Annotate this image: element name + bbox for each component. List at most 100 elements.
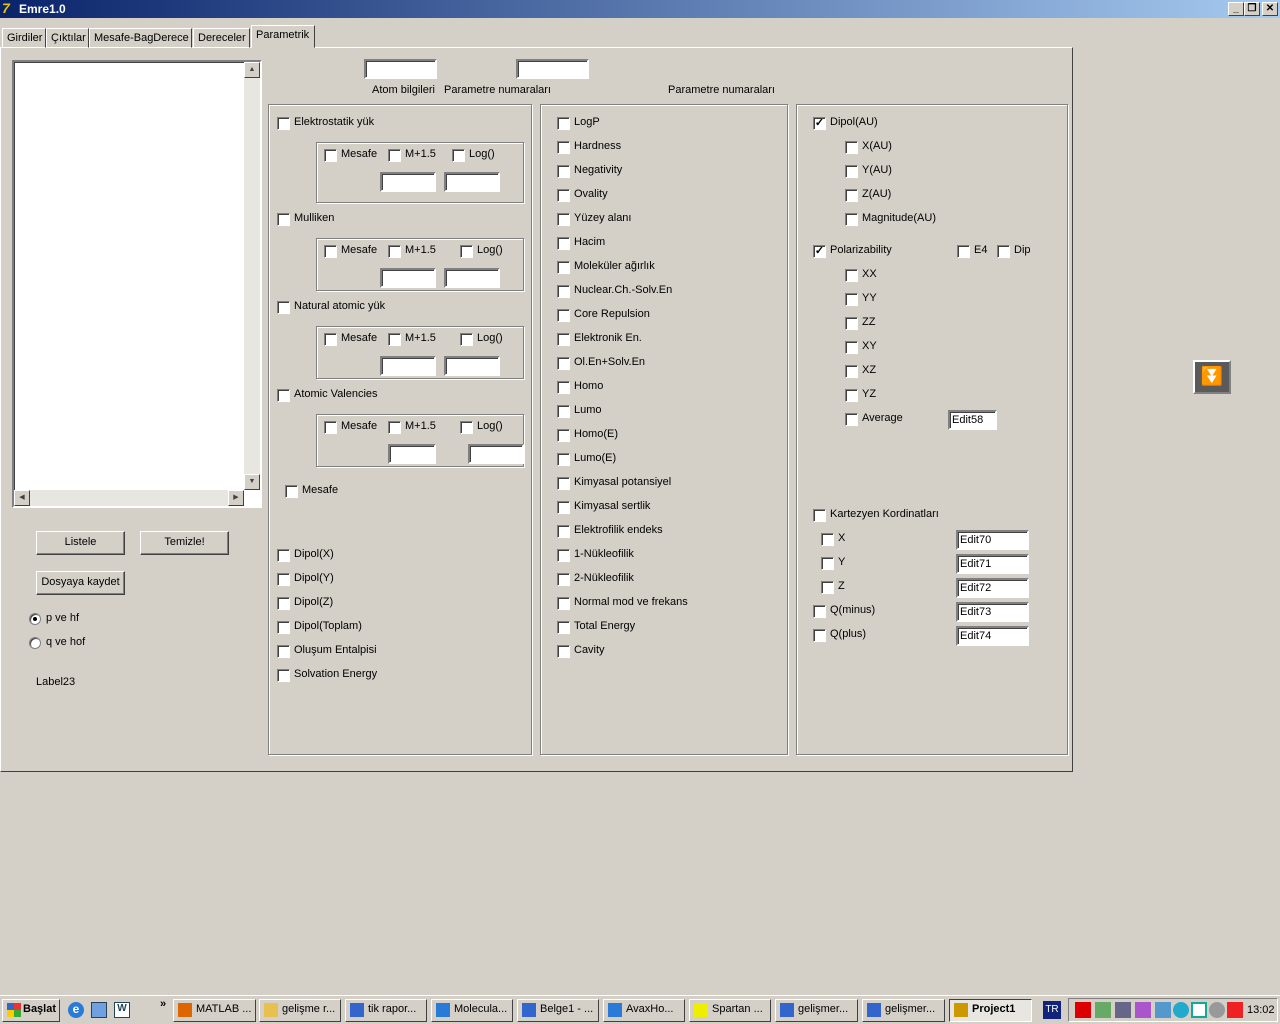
z-input[interactable]: Edit72 [956, 578, 1029, 598]
kimyasal-sertlik-checkbox[interactable] [557, 501, 570, 514]
dipol-y-checkbox[interactable] [277, 573, 290, 586]
dipol-x-checkbox[interactable] [277, 549, 290, 562]
m-plus-1-5-checkbox[interactable] [388, 149, 401, 162]
app-tray-icon[interactable] [1191, 1002, 1207, 1018]
log-checkbox[interactable] [452, 149, 465, 162]
horizontal-scrollbar[interactable] [14, 490, 244, 506]
kimyasal-potansiyel-checkbox[interactable] [557, 477, 570, 490]
negativity-checkbox[interactable] [557, 165, 570, 178]
value-input[interactable] [380, 268, 436, 288]
homo-checkbox[interactable] [557, 381, 570, 394]
elektrostatik-y-k-checkbox[interactable] [277, 117, 290, 130]
yz-checkbox[interactable] [845, 389, 858, 402]
mesafe-checkbox[interactable] [324, 421, 337, 434]
x-checkbox[interactable] [821, 533, 834, 546]
log-checkbox[interactable] [460, 333, 473, 346]
speaker-tray-icon[interactable] [1209, 1002, 1225, 1018]
tab-dereceler[interactable]: Dereceler [193, 28, 250, 48]
close-button[interactable]: ✕ [1262, 2, 1278, 16]
hacim-checkbox[interactable] [557, 237, 570, 250]
radio-p-ve-hf[interactable] [29, 613, 41, 625]
elektrofilik-endeks-checkbox[interactable] [557, 525, 570, 538]
nuclear-ch-solv-en-checkbox[interactable] [557, 285, 570, 298]
tab-mesafe-bagderece[interactable]: Mesafe-BagDerece [89, 28, 192, 48]
xz-checkbox[interactable] [845, 365, 858, 378]
temizle-button[interactable]: Temizle! [140, 531, 229, 555]
mulliken-checkbox[interactable] [277, 213, 290, 226]
y-input[interactable]: Edit71 [956, 554, 1029, 574]
tab-parametrik[interactable]: Parametrik [251, 25, 315, 48]
e4-checkbox[interactable] [957, 245, 970, 258]
core-repulsion-checkbox[interactable] [557, 309, 570, 322]
kartezyen-kordinatlari-checkbox[interactable] [813, 509, 826, 522]
cavity-checkbox[interactable] [557, 645, 570, 658]
olu-um-entalpisi-checkbox[interactable] [277, 645, 290, 658]
connection-tray-icon[interactable] [1115, 1002, 1131, 1018]
radio-q-ve-hof[interactable] [29, 637, 41, 649]
q-minus-input[interactable]: Edit73 [956, 602, 1029, 622]
volume-tray-icon[interactable] [1173, 1002, 1189, 1018]
word-icon[interactable]: W [114, 1002, 130, 1018]
lumo-checkbox[interactable] [557, 405, 570, 418]
dipol-au-checkbox[interactable]: ✓ [813, 117, 826, 130]
language-indicator[interactable]: TR [1043, 1001, 1061, 1019]
tab-girdiler[interactable]: Girdiler [2, 28, 46, 48]
scroll-left-button[interactable]: ◀ [14, 490, 30, 506]
yy-checkbox[interactable] [845, 293, 858, 306]
chevron-triple-down-icon[interactable]: ⏬ [1193, 360, 1231, 394]
taskbar-button-project1[interactable]: Project1 [949, 999, 1032, 1022]
total-energy-checkbox[interactable] [557, 621, 570, 634]
taskbar-button-geli-mer[interactable]: gelişmer... [775, 999, 858, 1022]
molek-ler-a-rl-k-checkbox[interactable] [557, 261, 570, 274]
vertical-scrollbar[interactable] [244, 62, 260, 490]
lumo-e-checkbox[interactable] [557, 453, 570, 466]
more-quicklaunch-button[interactable]: » [160, 998, 166, 1010]
2-n-kleofilik-checkbox[interactable] [557, 573, 570, 586]
start-button[interactable]: Başlat [2, 999, 60, 1022]
m-plus-1-5-checkbox[interactable] [388, 245, 401, 258]
taskbar-button-geli-mer[interactable]: gelişmer... [862, 999, 945, 1022]
results-listbox[interactable] [12, 60, 262, 508]
xy-checkbox[interactable] [845, 341, 858, 354]
average-checkbox[interactable] [845, 413, 858, 426]
zz-checkbox[interactable] [845, 317, 858, 330]
magnitude-au-checkbox[interactable] [845, 213, 858, 226]
log-checkbox[interactable] [460, 421, 473, 434]
ie-icon[interactable]: e [68, 1002, 84, 1018]
display-tray-icon[interactable] [1135, 1002, 1151, 1018]
homo-e-checkbox[interactable] [557, 429, 570, 442]
restore-button[interactable]: ❐ [1244, 2, 1260, 16]
q-plus-checkbox[interactable] [813, 629, 826, 642]
atomic-valencies-checkbox[interactable] [277, 389, 290, 402]
taskbar-button-belge1[interactable]: Belge1 - ... [517, 999, 599, 1022]
taskbar-button-spartan[interactable]: Spartan ... [689, 999, 771, 1022]
dip-checkbox[interactable] [997, 245, 1010, 258]
tab-kt-lar[interactable]: Çıktılar [46, 28, 89, 48]
value-input[interactable] [380, 356, 436, 376]
value-input[interactable] [468, 444, 524, 464]
taskbar-button-geli-me-r[interactable]: gelişme r... [259, 999, 341, 1022]
value-input[interactable] [444, 268, 500, 288]
ol-en-solv-en-checkbox[interactable] [557, 357, 570, 370]
hardness-checkbox[interactable] [557, 141, 570, 154]
natural-atomic-y-k-checkbox[interactable] [277, 301, 290, 314]
x-au-checkbox[interactable] [845, 141, 858, 154]
y-au-checkbox[interactable] [845, 165, 858, 178]
save-to-file-button[interactable]: Dosyaya kaydet [36, 571, 125, 595]
atom-info-input[interactable] [364, 59, 437, 79]
elektronik-en-checkbox[interactable] [557, 333, 570, 346]
m-plus-1-5-checkbox[interactable] [388, 333, 401, 346]
value-input[interactable] [444, 172, 500, 192]
x-input[interactable]: Edit70 [956, 530, 1029, 550]
outlook-icon[interactable] [91, 1002, 107, 1018]
listele-button[interactable]: Listele [36, 531, 125, 555]
polarizability-checkbox[interactable]: ✓ [813, 245, 826, 258]
mesafe-checkbox[interactable] [324, 149, 337, 162]
q-minus-checkbox[interactable] [813, 605, 826, 618]
m-plus-1-5-checkbox[interactable] [388, 421, 401, 434]
taskbar-button-matlab[interactable]: MATLAB ... [173, 999, 256, 1022]
update-tray-icon[interactable] [1227, 1002, 1243, 1018]
solvation-energy-checkbox[interactable] [277, 669, 290, 682]
dipol-toplam-checkbox[interactable] [277, 621, 290, 634]
taskbar-button-avaxho[interactable]: AvaxHo... [603, 999, 685, 1022]
